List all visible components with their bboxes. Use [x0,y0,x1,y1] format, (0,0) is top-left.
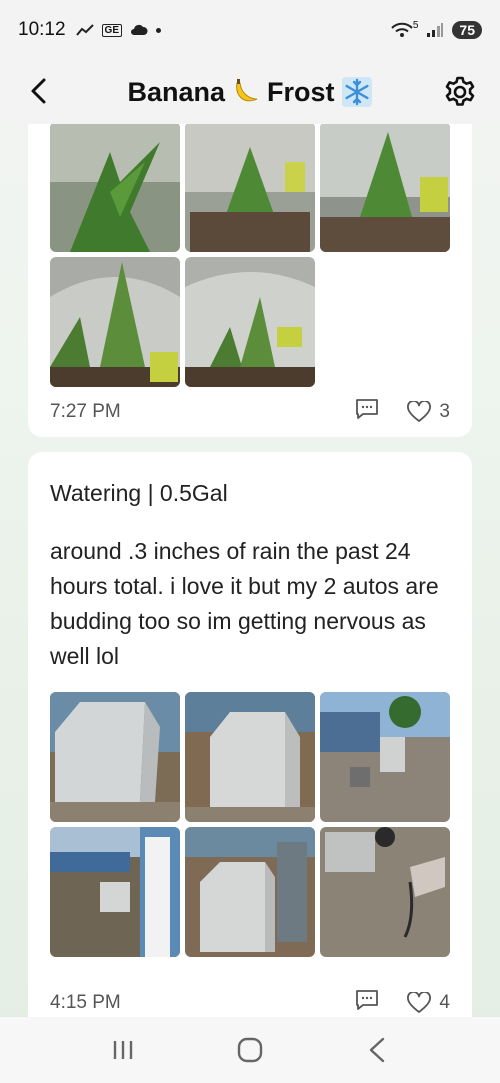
comment-button[interactable] [355,397,379,427]
status-time: 10:12 [18,19,66,40]
journal-feed[interactable]: 7:27 PM 3 Watering | 0.5Gal around .3 in… [0,124,500,1017]
home-button[interactable] [230,1030,270,1070]
back-button[interactable] [22,74,56,108]
system-nav-bar [0,1017,500,1083]
photo-grid [50,124,450,387]
wifi-icon [391,22,413,37]
status-bar: 10:12 GE 5 75 [0,0,500,60]
dot-icon [156,27,161,33]
journal-entry-card: Watering | 0.5Gal around .3 inches of ra… [28,452,472,1017]
photo-thumbnail[interactable] [320,692,450,822]
heart-icon [407,992,432,1013]
like-button[interactable]: 3 [407,401,450,423]
photo-thumbnail[interactable] [320,124,450,252]
cloud-icon [131,24,148,35]
entry-time: 7:27 PM [50,401,121,422]
ge-icon: GE [101,23,122,37]
trend-icon [75,24,94,36]
entry-footer: 7:27 PM 3 [50,397,450,427]
photo-thumbnail[interactable] [185,827,315,957]
like-count: 4 [439,992,450,1013]
nav-back-button[interactable] [357,1030,397,1070]
photo-thumbnail[interactable] [50,692,180,822]
photo-grid [50,692,450,957]
title-part1: Banana [127,76,226,107]
entry-title: Watering | 0.5Gal [50,480,228,506]
banana-icon [236,79,258,102]
settings-button[interactable] [440,72,480,112]
nav-back-icon [369,1037,384,1063]
recents-button[interactable] [103,1030,143,1070]
gear-icon [445,76,475,106]
entry-footer: 4:15 PM 4 [50,988,450,1017]
journal-entry-card: 7:27 PM 3 [28,124,472,437]
photo-thumbnail[interactable] [185,124,315,252]
app-bar: Banana Frost [0,60,500,124]
heart-icon [407,401,432,422]
like-count: 3 [439,401,450,422]
signal-icon [427,23,444,37]
recents-icon [114,1041,133,1059]
home-icon [237,1037,263,1063]
comment-icon [356,399,379,419]
back-icon [31,78,46,104]
like-button[interactable]: 4 [407,992,450,1014]
photo-thumbnail[interactable] [50,827,180,957]
comment-button[interactable] [355,988,379,1017]
battery-level: 75 [452,21,482,39]
photo-thumbnail[interactable] [50,124,180,252]
page-title: Banana Frost [127,76,372,108]
title-part2: Frost [267,76,335,107]
photo-thumbnail[interactable] [320,827,450,957]
photo-thumbnail[interactable] [185,692,315,822]
photo-thumbnail[interactable] [50,257,180,387]
comment-icon [356,990,379,1010]
snowflake-icon [341,77,372,107]
entry-text: around .3 inches of rain the past 24 hou… [50,538,439,669]
photo-thumbnail[interactable] [185,257,315,387]
entry-time: 4:15 PM [50,992,121,1013]
net-label: 5 [412,19,419,31]
